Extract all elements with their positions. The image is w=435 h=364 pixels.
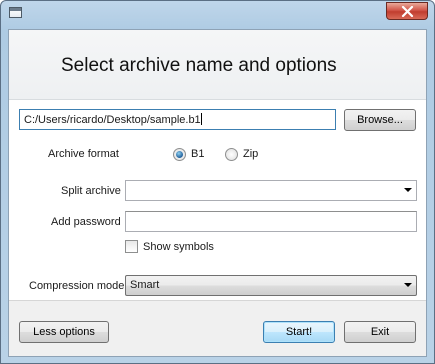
window-icon <box>9 7 22 18</box>
archive-path-value: C:/Users/ricardo/Desktop/sample.b1 <box>24 114 201 126</box>
options-panel: C:/Users/ricardo/Desktop/sample.b1 Brows… <box>9 100 426 301</box>
text-caret <box>200 113 202 125</box>
close-button[interactable] <box>386 2 428 20</box>
compression-mode-dropdown[interactable]: Smart <box>125 275 417 296</box>
close-icon <box>401 6 414 17</box>
archive-path-input[interactable]: C:/Users/ricardo/Desktop/sample.b1 <box>19 109 336 130</box>
browse-button[interactable]: Browse... <box>344 109 416 131</box>
chevron-down-icon <box>404 188 412 192</box>
show-symbols-checkbox[interactable] <box>125 240 138 253</box>
chevron-down-icon <box>404 283 412 287</box>
compression-mode-value: Smart <box>130 279 160 291</box>
split-archive-label: Split archive <box>61 185 121 197</box>
page-title: Select archive name and options <box>61 55 337 76</box>
format-zip-label[interactable]: Zip <box>243 148 258 160</box>
compression-mode-label: Compression mode <box>29 280 125 292</box>
add-password-label: Add password <box>51 216 121 228</box>
archive-format-label: Archive format <box>48 148 119 160</box>
format-b1-radio[interactable] <box>173 148 186 161</box>
exit-button[interactable]: Exit <box>344 321 416 343</box>
header-band: Select archive name and options <box>9 30 426 100</box>
less-options-button[interactable]: Less options <box>19 321 109 343</box>
button-bar: Less options Start! Exit <box>9 300 426 356</box>
dialog-window: Select archive name and options C:/Users… <box>0 0 435 364</box>
password-input[interactable] <box>125 211 417 232</box>
format-b1-label[interactable]: B1 <box>191 148 204 160</box>
title-bar[interactable] <box>1 1 434 29</box>
dialog-client: Select archive name and options C:/Users… <box>8 29 427 357</box>
format-zip-radio[interactable] <box>225 148 238 161</box>
start-button[interactable]: Start! <box>263 321 335 343</box>
show-symbols-label[interactable]: Show symbols <box>143 241 214 253</box>
split-archive-dropdown[interactable] <box>125 180 417 201</box>
